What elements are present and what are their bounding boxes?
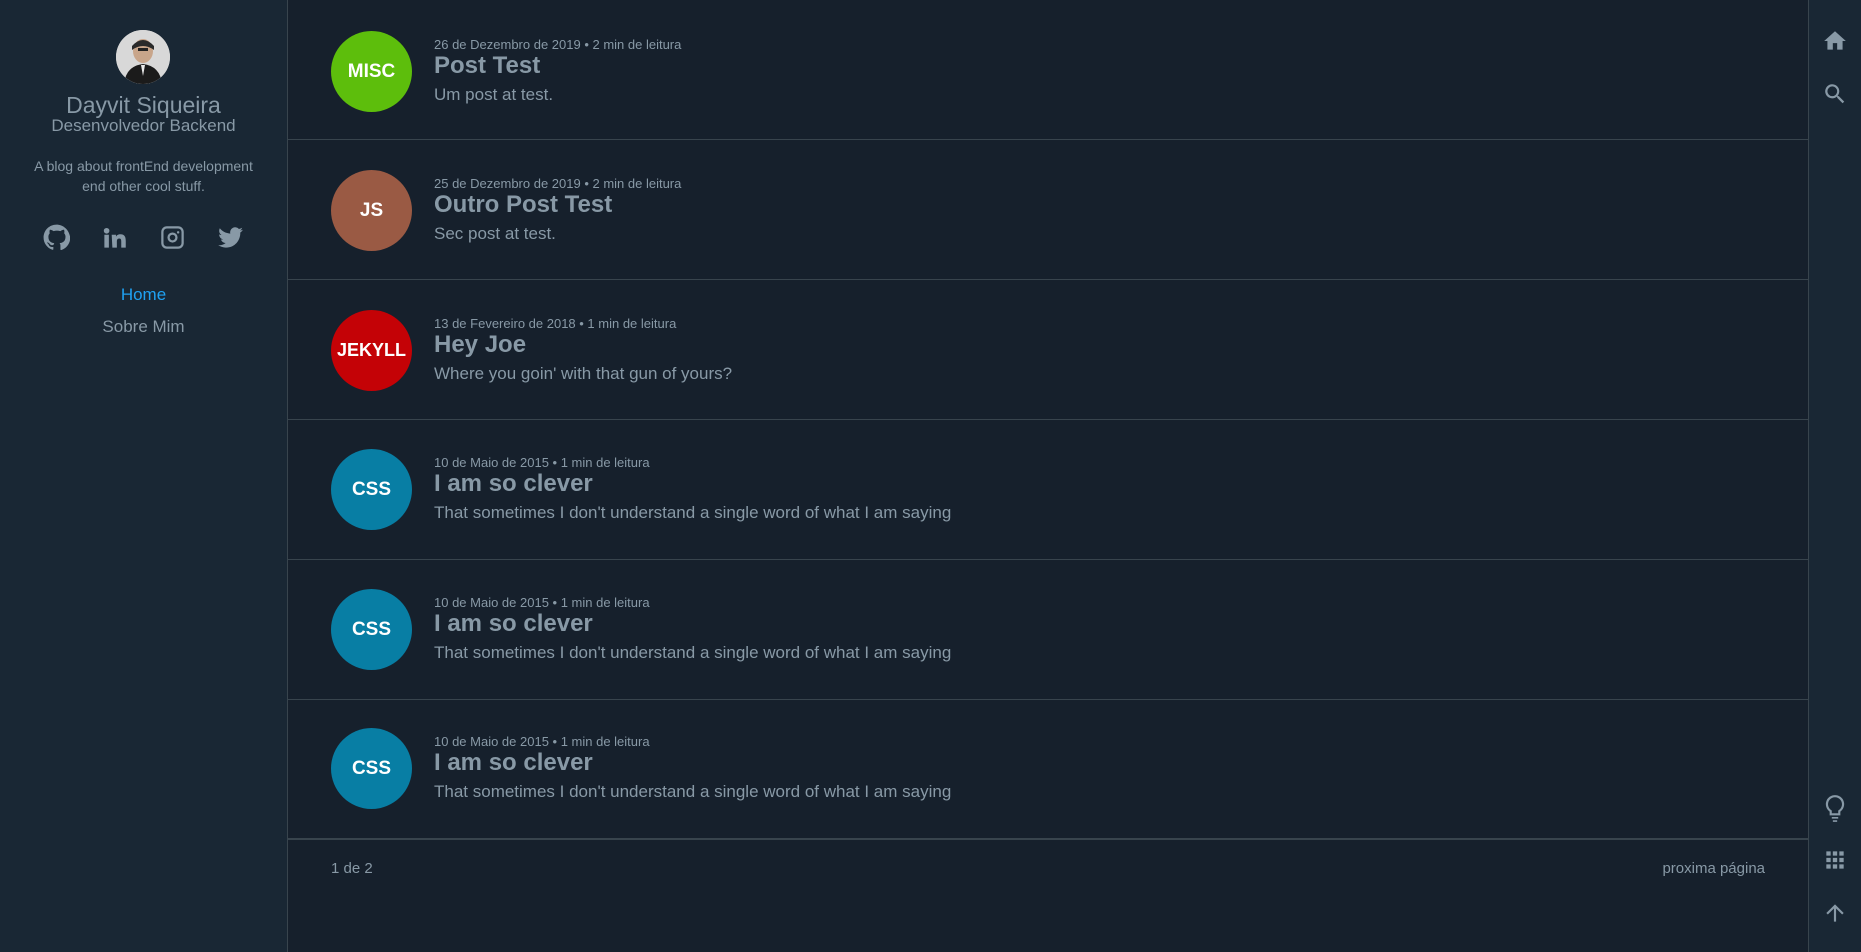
- post-tag-badge: JEKYLL: [331, 310, 412, 391]
- post-title[interactable]: Hey Joe: [434, 331, 526, 359]
- layout-toggle-button[interactable]: [1822, 847, 1848, 873]
- post-date-meta: 25 de Dezembro de 2019 • 2 min de leitur…: [434, 176, 682, 191]
- instagram-link[interactable]: [159, 224, 186, 251]
- post-description: Um post at test.: [434, 85, 554, 104]
- post-description: Sec post at test.: [434, 224, 556, 243]
- twitter-link[interactable]: [217, 224, 244, 251]
- grid-icon: [1826, 851, 1844, 869]
- post-item[interactable]: JS 25 de Dezembro de 2019 • 2 min de lei…: [288, 140, 1808, 280]
- post-description: That sometimes I don't understand a sing…: [434, 503, 952, 522]
- post-tag-badge: CSS: [331, 728, 412, 809]
- pagination-divider: [288, 838, 1808, 840]
- post-description: Where you goin' with that gun of yours?: [434, 364, 733, 383]
- menu-item-home[interactable]: Home: [0, 285, 287, 317]
- post-date-meta: 26 de Dezembro de 2019 • 2 min de leitur…: [434, 37, 682, 52]
- post-date-meta: 13 de Fevereiro de 2018 • 1 min de leitu…: [434, 316, 677, 331]
- post-item[interactable]: CSS 10 de Maio de 2015 • 1 min de leitur…: [288, 700, 1808, 840]
- lightbulb-icon: [1825, 795, 1845, 822]
- post-title[interactable]: Post Test: [434, 52, 540, 80]
- post-item[interactable]: JEKYLL 13 de Fevereiro de 2018 • 1 min d…: [288, 280, 1808, 420]
- post-description: That sometimes I don't understand a sing…: [434, 643, 952, 662]
- arrow-up-icon: [1826, 904, 1844, 922]
- avatar[interactable]: [116, 30, 170, 84]
- post-item[interactable]: MISC 26 de Dezembro de 2019 • 2 min de l…: [288, 0, 1808, 140]
- post-tag-badge: CSS: [331, 449, 412, 530]
- right-toolbar: [1808, 0, 1861, 952]
- pagination-info: 1 de 2: [331, 860, 373, 877]
- post-title[interactable]: I am so clever: [434, 470, 593, 498]
- github-link[interactable]: [43, 224, 71, 251]
- post-item[interactable]: CSS 10 de Maio de 2015 • 1 min de leitur…: [288, 420, 1808, 560]
- home-icon: [1824, 31, 1846, 50]
- menu-item-sobre-mim[interactable]: Sobre Mim: [0, 317, 287, 349]
- post-list: MISC 26 de Dezembro de 2019 • 2 min de l…: [288, 0, 1808, 952]
- search-icon: [1825, 84, 1845, 104]
- sidebar-menu: Home Sobre Mim: [0, 285, 287, 349]
- linkedin-icon: [103, 227, 126, 248]
- theme-toggle-button[interactable]: [1822, 794, 1848, 824]
- post-title[interactable]: Outro Post Test: [434, 191, 612, 219]
- home-button[interactable]: [1822, 28, 1848, 54]
- blog-description: A blog about frontEnd development end ot…: [34, 158, 253, 194]
- search-button[interactable]: [1822, 81, 1848, 107]
- post-item[interactable]: CSS 10 de Maio de 2015 • 1 min de leitur…: [288, 560, 1808, 700]
- author-name[interactable]: Dayvit Siqueira: [0, 91, 287, 119]
- post-title[interactable]: I am so clever: [434, 610, 593, 638]
- github-icon: [43, 224, 71, 251]
- social-links: [0, 224, 287, 251]
- post-description: That sometimes I don't understand a sing…: [434, 782, 952, 801]
- post-title[interactable]: I am so clever: [434, 749, 593, 777]
- linkedin-link[interactable]: [101, 224, 128, 251]
- post-date-meta: 10 de Maio de 2015 • 1 min de leitura: [434, 595, 650, 610]
- back-to-top-button[interactable]: [1822, 900, 1848, 926]
- post-tag-badge: CSS: [331, 589, 412, 670]
- sidebar: Dayvit Siqueira Desenvolvedor Backend A …: [0, 0, 288, 952]
- instagram-icon: [161, 226, 184, 249]
- post-tag-badge: JS: [331, 170, 412, 251]
- author-role: Desenvolvedor Backend: [51, 116, 236, 135]
- post-tag-badge: MISC: [331, 31, 412, 112]
- next-page-link[interactable]: proxima página: [1662, 860, 1765, 877]
- twitter-icon: [218, 227, 243, 248]
- post-date-meta: 10 de Maio de 2015 • 1 min de leitura: [434, 734, 650, 749]
- post-date-meta: 10 de Maio de 2015 • 1 min de leitura: [434, 455, 650, 470]
